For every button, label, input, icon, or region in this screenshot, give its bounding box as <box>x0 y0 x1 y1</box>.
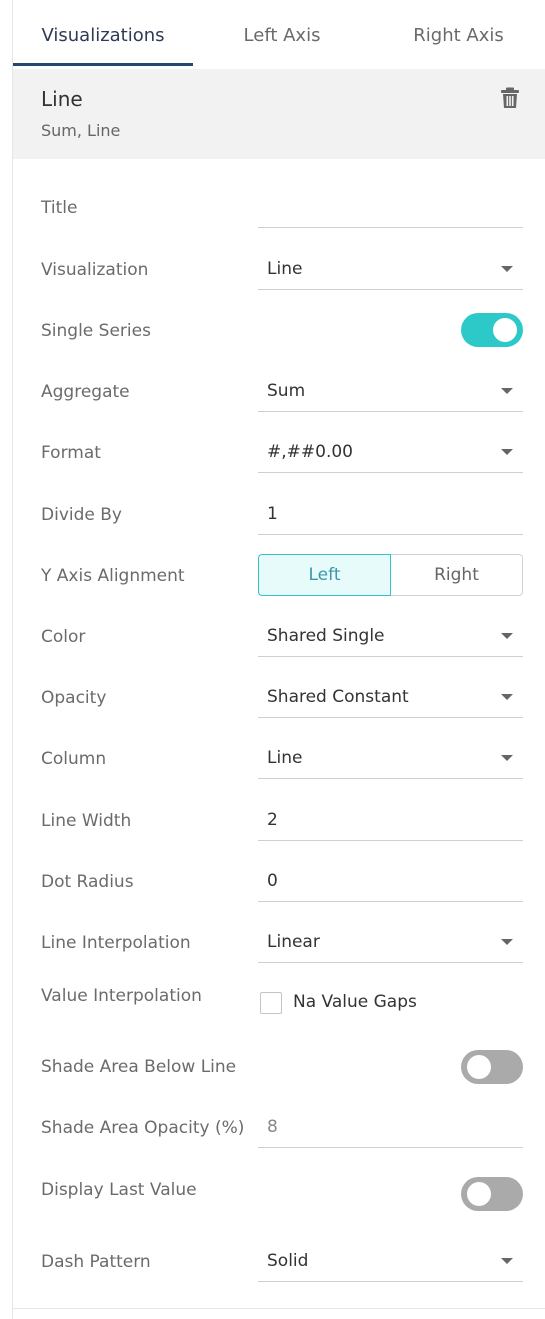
aggregate-select[interactable]: Sum <box>258 372 523 412</box>
row-divide-by: Divide By 1 <box>13 495 545 555</box>
shade-area-below-line-label: Shade Area Below Line <box>41 1057 237 1077</box>
trash-icon[interactable] <box>500 87 520 109</box>
shade-area-opacity-input-value: 8 <box>267 1117 278 1137</box>
title-input[interactable] <box>258 188 523 228</box>
color-select-value: Shared Single <box>267 626 385 646</box>
chevron-down-icon <box>501 755 513 761</box>
row-opacity: Opacity Shared Constant <box>13 678 545 738</box>
visualization-select-value: Line <box>267 259 303 279</box>
row-display-last-value: Display Last Value <box>13 1176 545 1236</box>
aggregate-select-value: Sum <box>267 381 306 401</box>
row-column: Column Line <box>13 739 545 799</box>
row-visualization: Visualization Line <box>13 250 545 310</box>
visualization-header: Line Sum, Line <box>13 69 545 159</box>
y-axis-right-option[interactable]: Right <box>391 554 523 596</box>
row-aggregate: Aggregate Sum <box>13 372 545 432</box>
single-series-label: Single Series <box>41 321 151 341</box>
shade-area-opacity-input[interactable]: 8 <box>258 1108 523 1148</box>
column-select-value: Line <box>267 748 303 768</box>
y-axis-left-option[interactable]: Left <box>258 554 391 596</box>
dash-pattern-select-value: Solid <box>267 1251 309 1271</box>
format-label: Format <box>41 443 101 463</box>
line-width-label: Line Width <box>41 811 132 831</box>
na-value-gaps-label: Na Value Gaps <box>293 992 417 1012</box>
chevron-down-icon <box>501 449 513 455</box>
settings-panel: Visualizations Left Axis Right Axis Line… <box>12 0 545 1319</box>
value-interpolation-label: Value Interpolation <box>41 986 202 1006</box>
row-value-interpolation: Value Interpolation Na Value Gaps <box>13 986 545 1046</box>
column-select[interactable]: Line <box>258 739 523 779</box>
chevron-down-icon <box>501 939 513 945</box>
line-interpolation-select[interactable]: Linear <box>258 923 523 963</box>
chevron-down-icon <box>501 1258 513 1264</box>
visualization-label: Visualization <box>41 260 149 280</box>
row-shade-area-below-line: Shade Area Below Line <box>13 1048 545 1108</box>
row-shade-area-opacity: Shade Area Opacity (%) 8 <box>13 1108 545 1168</box>
toggle-knob <box>493 318 517 342</box>
color-select[interactable]: Shared Single <box>258 617 523 657</box>
format-select[interactable]: #,##0.00 <box>258 433 523 473</box>
line-width-input[interactable]: 2 <box>258 801 523 841</box>
dash-pattern-select[interactable]: Solid <box>258 1242 523 1282</box>
opacity-select-value: Shared Constant <box>267 687 409 707</box>
shade-area-opacity-label: Shade Area Opacity (%) <box>41 1118 245 1138</box>
line-interpolation-select-value: Linear <box>267 932 320 952</box>
chevron-down-icon <box>501 694 513 700</box>
tab-visualizations[interactable]: Visualizations <box>13 0 193 66</box>
column-label: Column <box>41 749 107 769</box>
opacity-select[interactable]: Shared Constant <box>258 678 523 718</box>
line-interpolation-label: Line Interpolation <box>41 933 191 953</box>
row-single-series: Single Series <box>13 311 545 371</box>
visualization-subtitle: Sum, Line <box>41 121 121 140</box>
row-format: Format #,##0.00 <box>13 433 545 493</box>
toggle-knob <box>467 1182 491 1206</box>
aggregate-label: Aggregate <box>41 382 130 402</box>
row-color: Color Shared Single <box>13 617 545 677</box>
panel-bottom-divider <box>13 1308 545 1309</box>
tab-right-axis[interactable]: Right Axis <box>371 0 545 66</box>
chevron-down-icon <box>501 388 513 394</box>
tab-left-axis[interactable]: Left Axis <box>193 0 371 66</box>
y-axis-alignment-label: Y Axis Alignment <box>41 566 185 586</box>
display-last-value-label: Display Last Value <box>41 1180 197 1200</box>
na-value-gaps-checkbox[interactable] <box>260 992 282 1014</box>
shade-area-below-line-toggle[interactable] <box>461 1050 523 1084</box>
tab-bar: Visualizations Left Axis Right Axis <box>13 0 545 66</box>
toggle-knob <box>467 1055 491 1079</box>
divide-by-label: Divide By <box>41 505 122 525</box>
row-line-interpolation: Line Interpolation Linear <box>13 923 545 983</box>
row-line-width: Line Width 2 <box>13 801 545 861</box>
format-select-value: #,##0.00 <box>267 442 353 462</box>
chevron-down-icon <box>501 633 513 639</box>
color-label: Color <box>41 627 86 647</box>
title-label: Title <box>41 198 78 218</box>
line-width-input-value: 2 <box>267 810 278 830</box>
y-axis-alignment-toggle: Left Right <box>258 554 523 596</box>
single-series-toggle[interactable] <box>461 313 523 347</box>
opacity-label: Opacity <box>41 688 107 708</box>
row-title: Title <box>13 188 545 248</box>
dot-radius-input[interactable]: 0 <box>258 862 523 902</box>
chevron-down-icon <box>501 266 513 272</box>
dot-radius-label: Dot Radius <box>41 872 134 892</box>
dot-radius-input-value: 0 <box>267 871 278 891</box>
row-dot-radius: Dot Radius 0 <box>13 862 545 922</box>
visualization-select[interactable]: Line <box>258 250 523 290</box>
row-dash-pattern: Dash Pattern Solid <box>13 1242 545 1302</box>
divide-by-input[interactable]: 1 <box>258 495 523 535</box>
visualization-title: Line <box>41 87 83 111</box>
row-y-axis-alignment: Y Axis Alignment Left Right <box>13 554 545 616</box>
divide-by-input-value: 1 <box>267 504 278 524</box>
display-last-value-toggle[interactable] <box>461 1177 523 1211</box>
na-value-gaps-option: Na Value Gaps <box>258 990 523 1020</box>
dash-pattern-label: Dash Pattern <box>41 1252 151 1272</box>
